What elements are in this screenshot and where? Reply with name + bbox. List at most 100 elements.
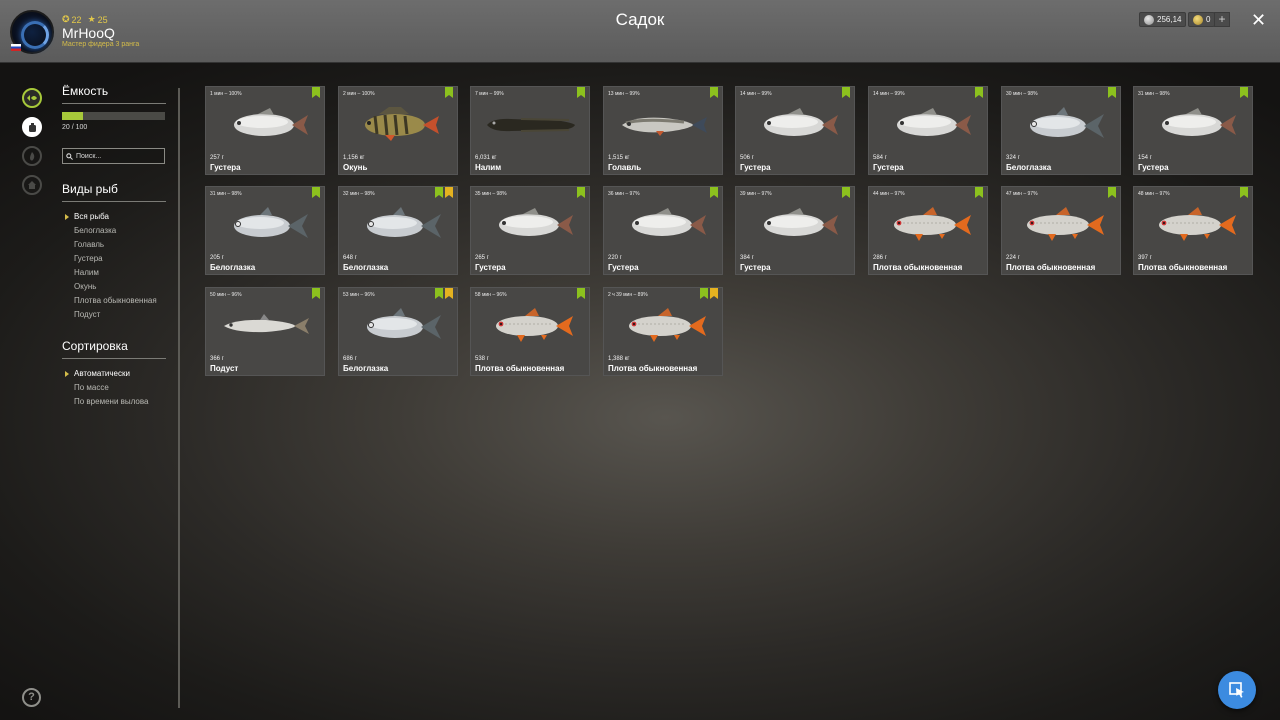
species-filter-item[interactable]: Густера — [62, 252, 166, 266]
star-icon: ★ — [87, 14, 96, 24]
fish-image — [764, 208, 838, 236]
card-fish-name: Плотва обыкновенная — [1006, 263, 1096, 272]
backpack-icon — [28, 122, 36, 132]
card-fish-name: Густера — [210, 163, 241, 172]
fish-card[interactable]: 48 мин – 97% 397 г Плотва обыкновенная — [1133, 186, 1253, 275]
card-badges — [975, 187, 983, 198]
catch-ribbon-icon — [577, 288, 585, 299]
fish-image — [365, 107, 439, 141]
card-fish-name: Подуст — [210, 364, 239, 373]
help-icon[interactable]: ? — [22, 688, 41, 707]
fish-image — [224, 314, 309, 334]
fish-card[interactable]: 50 мин – 96% 366 г Подуст — [205, 287, 325, 376]
fish-image — [234, 108, 308, 136]
gold-currency[interactable]: 0 — [1188, 12, 1216, 27]
home-tab-icon[interactable] — [22, 175, 42, 195]
species-list: Вся рыба Белоглазка Голавль Густера Налим Оку… — [62, 210, 166, 322]
card-weight: 538 г — [475, 356, 489, 362]
card-badges — [435, 288, 453, 299]
fish-card[interactable]: 53 мин – 96% 686 г Белоглазка — [338, 287, 458, 376]
card-weight: 1,388 кг — [608, 356, 630, 362]
card-fish-name: Плотва обыкновенная — [475, 364, 565, 373]
fish-card[interactable]: 39 мин – 97% 384 г Густера — [735, 186, 855, 275]
shop-tab-icon[interactable] — [22, 146, 42, 166]
card-weight: 584 г — [873, 155, 887, 161]
card-catch-info: 30 мин – 98% — [1006, 91, 1038, 97]
card-weight: 286 г — [873, 255, 887, 261]
filter-sidebar: Ёмкость 20 / 100 Виды рыб Вся рыбаБелогл… — [62, 84, 166, 409]
card-badges — [700, 288, 718, 299]
species-filter-item[interactable]: Подуст — [62, 308, 166, 322]
card-weight: 648 г — [343, 255, 357, 261]
close-icon[interactable]: ✕ — [1251, 10, 1266, 31]
fish-image — [1027, 207, 1104, 241]
card-fish-name: Плотва обыкновенная — [1138, 263, 1228, 272]
fish-image — [897, 108, 971, 136]
stars-stat: ★ 25 — [88, 14, 108, 25]
inventory-tab-icon[interactable] — [22, 117, 42, 137]
add-currency-button[interactable]: + — [1214, 12, 1230, 27]
species-filter-item[interactable]: Окунь — [62, 280, 166, 294]
fish-card[interactable]: 35 мин – 98% 265 г Густера — [470, 186, 590, 275]
card-badges — [577, 187, 585, 198]
sort-title: Сортировка — [62, 339, 166, 359]
catch-ribbon-icon — [312, 288, 320, 299]
species-filter-item[interactable]: Налим — [62, 266, 166, 280]
fish-card[interactable]: 30 мин – 98% 324 г Белоглазка — [1001, 86, 1121, 175]
card-catch-info: 58 мин – 96% — [475, 292, 507, 298]
card-catch-info: 47 мин – 97% — [1006, 191, 1038, 197]
card-weight: 220 г — [608, 255, 622, 261]
gold-amount: 0 — [1206, 15, 1211, 24]
card-fish-name: Густера — [475, 263, 506, 272]
fish-card[interactable]: 31 мин – 98% 154 г Густера — [1133, 86, 1253, 175]
fish-card[interactable]: 14 мин – 99% 584 г Густера — [868, 86, 988, 175]
catch-ribbon-icon — [435, 187, 443, 198]
card-badges — [1108, 187, 1116, 198]
fish-image — [1030, 107, 1104, 138]
sort-list: Автоматически По массе По времени вылова — [62, 367, 166, 409]
fish-card[interactable]: 13 мин – 99% 1,515 кг Голавль — [603, 86, 723, 175]
fish-card[interactable]: 2 ч 39 мин – 89% 1,388 кг Плотва обыкновен… — [603, 287, 723, 376]
card-badges — [710, 87, 718, 98]
fish-card[interactable]: 36 мин – 97% 220 г Густера — [603, 186, 723, 275]
catch-ribbon-icon — [1240, 87, 1248, 98]
card-catch-info: 39 мин – 97% — [740, 191, 772, 197]
card-badges — [842, 87, 850, 98]
card-badges — [577, 87, 585, 98]
fish-card[interactable]: 1 мин – 100% 257 г Густера — [205, 86, 325, 175]
cursor-mode-button[interactable] — [1218, 671, 1256, 709]
species-filter-item[interactable]: Белоглазка — [62, 224, 166, 238]
search-box[interactable] — [62, 148, 165, 164]
fish-card[interactable]: 58 мин – 96% 538 г Плотва обыкновенная — [470, 287, 590, 376]
card-catch-info: 35 мин – 98% — [475, 191, 507, 197]
catch-ribbon-icon — [1240, 187, 1248, 198]
fish-card[interactable]: 31 мин – 98% 205 г Белоглазка — [205, 186, 325, 275]
fish-card[interactable]: 2 мин – 100% 1,156 кг Окунь — [338, 86, 458, 175]
search-icon — [66, 152, 73, 160]
species-filter-item[interactable]: Вся рыба — [62, 210, 166, 224]
sort-option-item[interactable]: Автоматически — [62, 367, 166, 381]
level-coin-icon: ✪ — [62, 14, 70, 24]
card-fish-name: Окунь — [343, 163, 368, 172]
fish-image — [1162, 108, 1236, 136]
search-input[interactable] — [76, 152, 161, 160]
fish-image — [764, 108, 838, 136]
fish-card[interactable]: 47 мин – 97% 224 г Плотва обыкновенная — [1001, 186, 1121, 275]
species-filter-item[interactable]: Голавль — [62, 238, 166, 252]
sort-option-item[interactable]: По времени вылова — [62, 395, 166, 409]
house-icon — [28, 181, 36, 189]
keepnet-tab-icon[interactable] — [22, 88, 42, 108]
fish-card[interactable]: 44 мин – 97% 286 г Плотва обыкновенная — [868, 186, 988, 275]
species-filter-item[interactable]: Плотва обыкновенная — [62, 294, 166, 308]
silver-currency[interactable]: 256,14 — [1139, 12, 1187, 27]
card-catch-info: 50 мин – 96% — [210, 292, 242, 298]
card-badges — [975, 87, 983, 98]
card-fish-name: Густера — [740, 263, 771, 272]
fish-card[interactable]: 14 мин – 99% 506 г Густера — [735, 86, 855, 175]
silver-amount: 256,14 — [1157, 15, 1182, 24]
fish-card[interactable]: 32 мин – 98% 648 г Белоглазка — [338, 186, 458, 275]
player-name[interactable]: MrHooQ — [62, 25, 115, 41]
sort-option-item[interactable]: По массе — [62, 381, 166, 395]
fish-card[interactable]: 7 мин – 99% 6,031 кг Налим — [470, 86, 590, 175]
card-fish-name: Плотва обыкновенная — [608, 364, 698, 373]
